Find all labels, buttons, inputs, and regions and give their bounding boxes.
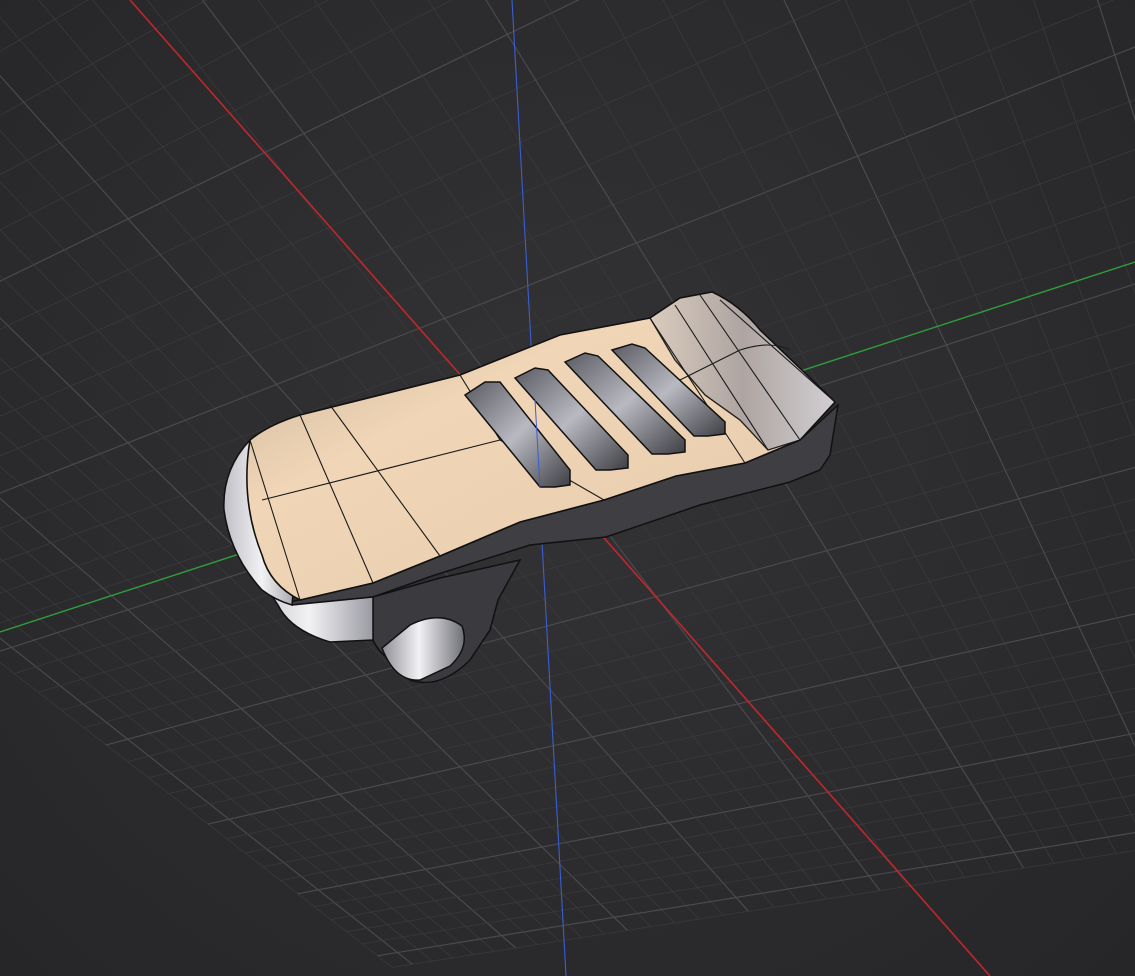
3d-viewport[interactable] <box>0 0 1135 976</box>
grid-line <box>0 0 1135 148</box>
grid-line <box>0 0 208 116</box>
grid-line <box>0 0 1135 284</box>
grid-line <box>314 754 1135 908</box>
grid-line <box>346 794 1135 933</box>
grid-line <box>330 774 1135 920</box>
grid-line <box>392 850 1135 968</box>
grid-line <box>0 0 1135 218</box>
grid-line <box>0 0 89 52</box>
viewport-scene[interactable] <box>0 0 1135 976</box>
grid-line <box>0 0 1135 252</box>
grid-line <box>800 0 1135 810</box>
grid-line <box>0 0 1135 110</box>
clip-model[interactable] <box>223 291 840 684</box>
grid-line <box>297 732 1135 895</box>
grid-line <box>981 0 1135 798</box>
grid-line <box>1080 0 1135 792</box>
